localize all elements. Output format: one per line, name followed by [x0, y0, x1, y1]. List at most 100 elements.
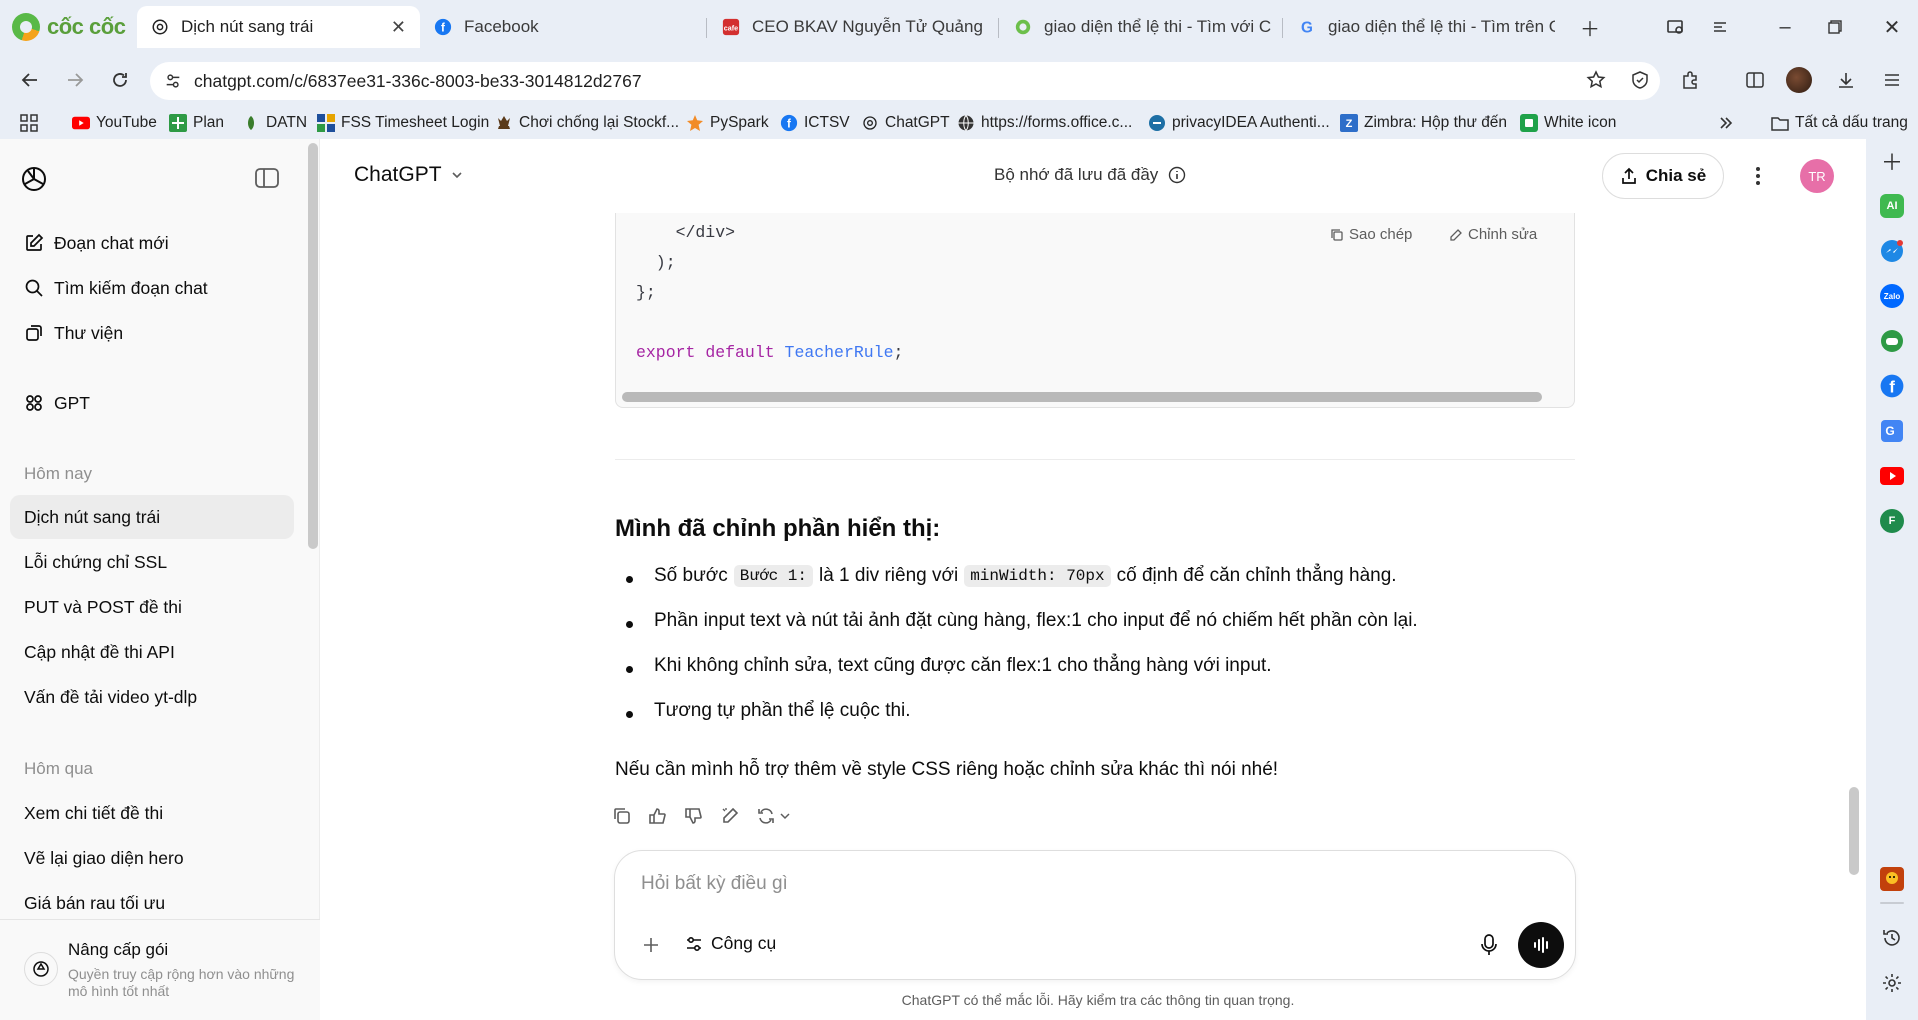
youtube-icon	[72, 114, 90, 132]
bookmark-privacyidea[interactable]: privacyIDEA Authenti...	[1148, 106, 1330, 139]
voice-waveform-icon	[1531, 935, 1551, 955]
openai-logo-icon[interactable]	[20, 165, 48, 193]
download-icon[interactable]	[1828, 62, 1864, 98]
close-window-button[interactable]: ✕	[1872, 10, 1912, 44]
gpt-button[interactable]: GPT	[10, 381, 294, 425]
bookmark-chatgpt[interactable]: ChatGPT	[861, 106, 950, 139]
reload-button[interactable]	[102, 62, 138, 98]
menu-icon[interactable]	[1874, 62, 1910, 98]
gpt-grid-icon	[24, 393, 44, 413]
copy-icon[interactable]	[612, 806, 632, 826]
chat-item[interactable]: Vẽ lại giao diện hero	[10, 836, 294, 880]
memory-status[interactable]: Bộ nhớ đã lưu đã đầy	[994, 165, 1186, 185]
tab-chatgpt[interactable]: Dịch nút sang trái ✕	[137, 6, 420, 48]
new-chat-button[interactable]: Đoạn chat mới	[10, 221, 294, 265]
list-text: Khi không chỉnh sửa, text cũng được căn …	[654, 655, 1272, 676]
bookmark-stockfish[interactable]: Chơi chống lại Stockf...	[495, 106, 679, 139]
back-button[interactable]	[12, 62, 48, 98]
bookmark-youtube[interactable]: YouTube	[72, 106, 157, 139]
tab-google-search[interactable]: G giao diện thể lệ thi - Tìm trên Go	[1284, 6, 1569, 48]
bookmark-forms[interactable]: https://forms.office.c...	[957, 106, 1132, 139]
facebook-icon[interactable]: f	[1880, 374, 1904, 398]
split-view-icon[interactable]	[1737, 62, 1773, 98]
chat-item[interactable]: Lỗi chứng chỉ SSL	[10, 540, 294, 584]
library-button[interactable]: Thư viện	[10, 311, 294, 355]
chat-item[interactable]: Cập nhật đề thi API	[10, 630, 294, 674]
adblock-shield-icon[interactable]	[1622, 62, 1658, 98]
list-item: Số bước Bước 1: là 1 div riêng với minWi…	[654, 565, 1397, 587]
tools-button[interactable]: Công cụ	[685, 933, 776, 954]
game-controller-icon[interactable]	[1880, 329, 1904, 353]
toggle-sidebar-icon[interactable]	[255, 167, 279, 189]
address-bar[interactable]: chatgpt.com/c/6837ee31-336c-8003-be33-30…	[150, 62, 1660, 100]
profile-f-icon[interactable]: F	[1880, 509, 1904, 533]
chat-item[interactable]: PUT và POST đề thi	[10, 585, 294, 629]
bookmarks-bar: YouTube Plan DATN FSS Timesheet Login Ch…	[0, 106, 1918, 139]
screenshot-search-icon[interactable]	[1656, 10, 1696, 44]
url-text[interactable]: chatgpt.com/c/6837ee31-336c-8003-be33-30…	[194, 71, 642, 92]
chat-item-active[interactable]: Dịch nút sang trái	[10, 495, 294, 539]
copy-code-button[interactable]: Sao chép	[1330, 226, 1412, 243]
main-scrollbar[interactable]	[1849, 787, 1859, 875]
all-bookmarks[interactable]: Tất cả dấu trang	[1771, 106, 1908, 139]
attach-plus-icon[interactable]	[637, 931, 665, 959]
tab-facebook[interactable]: f Facebook	[420, 6, 700, 48]
thumbs-down-icon[interactable]	[684, 806, 704, 826]
bookmark-star-icon[interactable]	[1578, 62, 1614, 98]
list-item: Tương tự phần thể lệ cuộc thi.	[654, 700, 911, 722]
regenerate-button[interactable]	[756, 806, 791, 826]
microphone-icon[interactable]	[1475, 931, 1503, 959]
fss-icon	[317, 113, 335, 132]
bookmark-zimbra[interactable]: Z Zimbra: Hộp thư đến	[1340, 106, 1507, 139]
sidebar-scrollbar[interactable]	[308, 143, 318, 549]
bookmark-plan[interactable]: Plan	[169, 106, 224, 139]
settings-gear-icon[interactable]	[1880, 971, 1904, 995]
composer-input[interactable]: Hỏi bất kỳ điều gì	[641, 873, 788, 895]
bookmark-datn[interactable]: DATN	[242, 106, 307, 139]
upgrade-plan[interactable]: Nâng cấp gói Quyền truy cập rộng hơn vào…	[0, 919, 320, 1020]
edit-code-button[interactable]: Chỉnh sửa	[1449, 226, 1537, 243]
code-block: Sao chép Chỉnh sửa </div> ); }; export d…	[615, 213, 1575, 408]
bookmark-white-icon[interactable]: White icon	[1520, 106, 1616, 139]
zimbra-icon: Z	[1340, 113, 1358, 132]
more-bookmarks-chevron-icon[interactable]	[1718, 106, 1734, 139]
extensions-icon[interactable]	[1672, 62, 1708, 98]
messenger-icon[interactable]	[1880, 239, 1904, 263]
history-icon[interactable]	[1880, 926, 1904, 950]
tab-news[interactable]: cafe CEO BKAV Nguyễn Tử Quảng: "C	[708, 6, 998, 48]
upgrade-title: Nâng cấp gói	[68, 940, 169, 959]
new-tab-button[interactable]: ＋	[1570, 10, 1610, 44]
add-sidebar-app-icon[interactable]: ＋	[1880, 149, 1904, 175]
thumbs-up-icon[interactable]	[648, 806, 668, 826]
code-horizontal-scrollbar[interactable]	[622, 392, 1542, 402]
zalo-icon[interactable]: Zalo	[1880, 284, 1904, 308]
chat-item[interactable]: Xem chi tiết đề thi	[10, 791, 294, 835]
user-avatar[interactable]: TR	[1800, 159, 1834, 193]
bookmark-pyspark[interactable]: PySpark	[686, 106, 769, 139]
bookmark-fss[interactable]: FSS Timesheet Login	[317, 106, 489, 139]
site-info-icon[interactable]	[164, 72, 182, 90]
game-character-icon[interactable]	[1880, 867, 1904, 891]
close-icon[interactable]: ✕	[391, 17, 406, 38]
voice-mode-button[interactable]	[1518, 922, 1564, 968]
profile-avatar[interactable]	[1781, 62, 1817, 98]
search-chats-button[interactable]: Tìm kiếm đoạn chat	[10, 266, 294, 310]
edit-canvas-icon[interactable]	[720, 806, 740, 826]
maximize-button[interactable]	[1815, 10, 1855, 44]
message-composer[interactable]: Hỏi bất kỳ điều gì Công cụ	[614, 850, 1576, 980]
apps-grid-icon[interactable]	[20, 106, 38, 139]
minimize-button[interactable]: –	[1765, 10, 1805, 44]
coccoc-logo[interactable]: cốc cốc	[12, 12, 126, 42]
youtube-icon[interactable]	[1880, 464, 1904, 488]
tab-search-icon[interactable]	[1700, 10, 1740, 44]
model-selector[interactable]: ChatGPT	[354, 163, 464, 187]
more-options-icon[interactable]	[1746, 159, 1770, 193]
forward-button[interactable]	[57, 62, 93, 98]
bookmark-ictsv[interactable]: f ICTSV	[780, 106, 850, 139]
list-text: cố định để căn chỉnh thẳng hàng.	[1116, 565, 1397, 586]
share-button[interactable]: Chia sẻ	[1602, 153, 1724, 199]
chat-item[interactable]: Vấn đề tải video yt-dlp	[10, 675, 294, 719]
ai-assistant-icon[interactable]: AI	[1880, 194, 1904, 218]
translate-icon[interactable]: G	[1880, 419, 1904, 443]
tab-coccoc-search[interactable]: giao diện thể lệ thi - Tìm với Cốc	[1000, 6, 1285, 48]
